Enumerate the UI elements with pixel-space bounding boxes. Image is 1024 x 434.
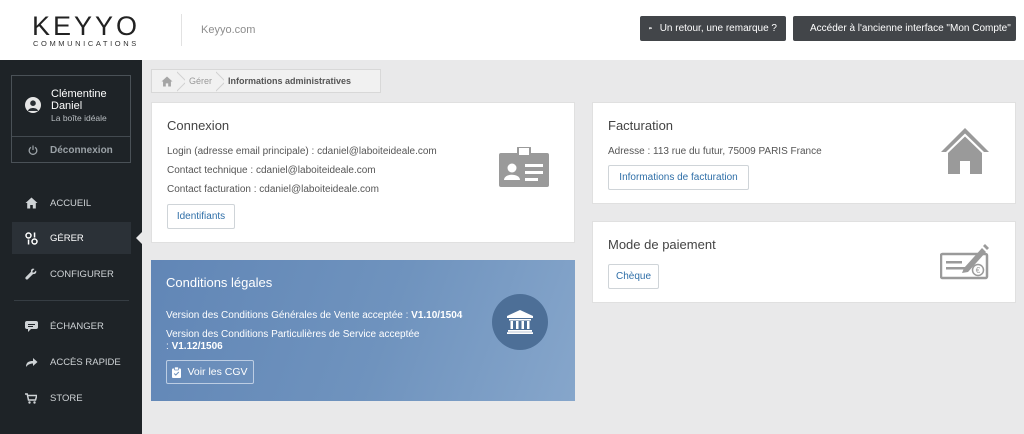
svg-text:€: € [976, 266, 981, 275]
nav-item-store[interactable]: STORE [12, 382, 131, 414]
breadcrumb-home[interactable] [161, 75, 173, 87]
connexion-login: Login (adresse email principale) : cdani… [167, 146, 437, 157]
billing-info-button[interactable]: Informations de facturation [608, 165, 749, 190]
chat-icon [649, 27, 652, 30]
connexion-technical-contact: Contact technique : cdaniel@laboiteideal… [167, 165, 376, 176]
connexion-billing-contact: Contact facturation : cdaniel@laboiteide… [167, 184, 379, 195]
clipboard-icon [172, 366, 182, 378]
nav-label: ÉCHANGER [50, 320, 104, 332]
home-icon [161, 75, 173, 87]
billing-address: Adresse : 113 rue du futur, 75009 PARIS … [608, 146, 822, 157]
user-company: La boîte idéale [51, 113, 107, 123]
old-interface-button-label: Accéder à l'ancienne interface "Mon Comp… [810, 23, 1011, 34]
nav-item-gerer[interactable]: GÉRER [12, 222, 131, 254]
feedback-button-label: Un retour, une remarque ? [659, 23, 777, 34]
breadcrumb-separator [216, 69, 224, 93]
connexion-title: Connexion [167, 118, 230, 133]
avatar-icon [25, 97, 41, 113]
facturation-card: Facturation Adresse : 113 rue du futur, … [592, 102, 1016, 204]
payment-title: Mode de paiement [608, 237, 716, 252]
logo-subtitle: COMMUNICATIONS [33, 39, 139, 48]
cart-icon [25, 392, 37, 404]
nav-label: CONFIGURER [50, 268, 114, 280]
user-box: Clémentine Daniel La boîte idéale Déconn… [11, 75, 131, 163]
old-interface-button[interactable]: Accéder à l'ancienne interface "Mon Comp… [793, 16, 1016, 41]
nav-label: GÉRER [50, 232, 84, 244]
wrench-icon [25, 268, 37, 280]
feedback-button[interactable]: Un retour, une remarque ? [640, 16, 786, 41]
manage-icon [24, 231, 38, 245]
cps-version-line-2: : V1.12/1506 [166, 341, 223, 353]
cgv-version: V1.10/1504 [411, 310, 463, 321]
cheque-button[interactable]: Chèque [608, 264, 659, 289]
conditions-card: Conditions légales Version des Condition… [151, 260, 575, 401]
facturation-title: Facturation [608, 118, 674, 133]
nav-divider [14, 300, 129, 301]
cps-version: V1.12/1506 [171, 341, 223, 352]
bank-icon [507, 310, 533, 334]
cps-version-line: Version des Conditions Particulières de … [166, 329, 420, 340]
power-icon [28, 145, 38, 155]
share-icon [25, 357, 37, 367]
nav-label: STORE [50, 392, 83, 404]
logout-label: Déconnexion [50, 144, 113, 156]
chat-icon [24, 320, 38, 332]
nav-item-acces-rapide[interactable]: ACCÈS RAPIDE [12, 346, 131, 378]
connexion-card: Connexion Login (adresse email principal… [151, 102, 575, 243]
identifiants-button[interactable]: Identifiants [167, 204, 235, 229]
conditions-title: Conditions légales [166, 275, 273, 290]
nav-label: ACCÈS RAPIDE [50, 356, 121, 368]
bank-icon-circle [492, 294, 548, 350]
breadcrumb: Gérer Informations administratives [151, 69, 381, 93]
user-first-name: Clémentine [51, 88, 107, 100]
breadcrumb-separator [177, 69, 185, 93]
cheque-icon: € [940, 244, 989, 280]
sidebar: Clémentine Daniel La boîte idéale Déconn… [0, 60, 142, 434]
cgv-version-prefix: Version des Conditions Générales de Vent… [166, 310, 412, 321]
house-icon [941, 128, 989, 174]
payment-card: Mode de paiement Chèque € [592, 221, 1016, 303]
home-icon [25, 197, 37, 209]
keyyo-logo[interactable]: KEYYO COMMUNICATIONS [32, 12, 150, 48]
top-bar: KEYYO COMMUNICATIONS Keyyo.com Un retour… [0, 0, 1024, 60]
logout-button[interactable]: Déconnexion [12, 137, 130, 163]
active-nav-caret [136, 232, 142, 244]
id-card-icon [499, 147, 549, 187]
breadcrumb-item-current: Informations administratives [228, 76, 352, 86]
nav-item-accueil[interactable]: ACCUEIL [12, 187, 131, 219]
site-name: Keyyo.com [201, 24, 256, 36]
cgv-version-line: Version des Conditions Générales de Vent… [166, 310, 462, 322]
nav-item-echanger[interactable]: ÉCHANGER [12, 310, 131, 342]
user-last-name: Daniel [51, 100, 83, 112]
nav-item-configurer[interactable]: CONFIGURER [12, 258, 131, 290]
logo-wordmark: KEYYO [32, 11, 141, 41]
header-divider [181, 14, 182, 46]
breadcrumb-item-gerer[interactable]: Gérer [189, 76, 212, 86]
voir-cgv-button[interactable]: Voir les CGV [166, 360, 254, 384]
voir-cgv-label: Voir les CGV [187, 366, 248, 378]
nav-label: ACCUEIL [50, 197, 92, 209]
